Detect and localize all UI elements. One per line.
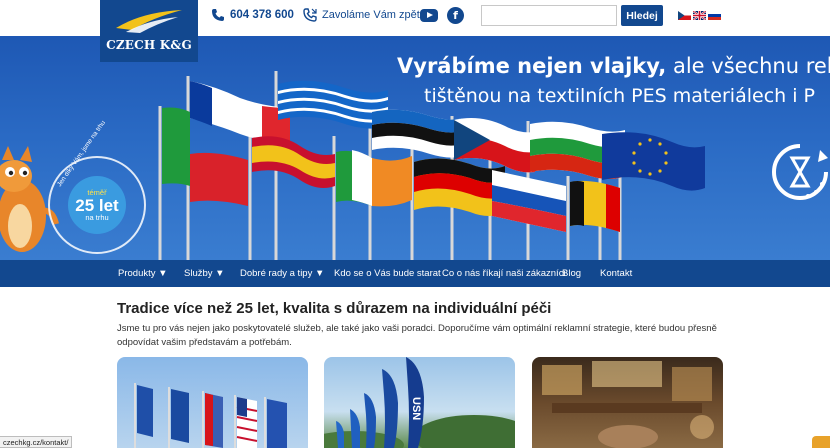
cz-flag-icon[interactable] — [678, 11, 691, 20]
search-button[interactable]: Hledej — [621, 5, 663, 26]
logo-swoosh-icon — [116, 10, 182, 33]
search-input[interactable] — [481, 5, 617, 26]
phone-number: 604 378 600 — [230, 9, 294, 21]
callback-link[interactable]: Zavoláme Vám zpět — [303, 8, 420, 22]
hourglass-cycle-icon — [772, 144, 828, 200]
logo[interactable]: CZECH K&G — [100, 0, 198, 62]
years-badge: Jen díky Vám, jsme na trhu téměř 25 let … — [48, 119, 146, 254]
logo-text: CZECH K&G — [106, 38, 192, 52]
badge-inner: téměř 25 let na trhu — [68, 176, 126, 234]
hero-banner: Vyrábíme nejen vlajky, ale všechnu rekla… — [0, 36, 830, 260]
badge-years: 25 let — [75, 195, 119, 215]
card-image-interior — [542, 361, 714, 448]
nav-item-sluzby[interactable]: Služby ▼ — [184, 260, 225, 287]
nav-item-blog[interactable]: Blog — [562, 260, 581, 287]
facebook-icon[interactable]: f — [447, 7, 464, 24]
youtube-icon[interactable] — [420, 9, 438, 22]
nav-item-kdo-se-postara[interactable]: Kdo se o Vás bude starat — [334, 260, 441, 287]
product-card-flags[interactable] — [117, 357, 308, 448]
product-card-interior[interactable] — [532, 357, 723, 448]
card-image-beach-flags: USN — [324, 357, 515, 448]
banner-headline-rest: ale všechnu rekla — [672, 54, 830, 78]
ru-flag-icon[interactable] — [708, 11, 721, 20]
banner-headline-bold: Vyrábíme nejen vlajky, — [397, 54, 667, 78]
section-heading: Tradice více než 25 let, kvalita s důraz… — [117, 300, 552, 317]
uk-flag-icon[interactable] — [693, 11, 706, 20]
banner-headline: Vyrábíme nejen vlajky, ale všechnu rekla — [397, 54, 830, 78]
badge-bottom-text: na trhu — [85, 212, 109, 222]
page: CZECH K&G 604 378 600 Zavoláme Vám zpět … — [0, 0, 830, 448]
product-card-beach-flags[interactable]: USN — [324, 357, 515, 448]
nav-item-kontakt[interactable]: Kontakt — [600, 260, 632, 287]
nav-item-produkty[interactable]: Produkty ▼ — [118, 260, 168, 287]
intro-paragraph: Jsme tu pro vás nejen jako poskytovatelé… — [117, 323, 717, 348]
browser-status-bar: czechkg.cz/kontakt/ — [0, 436, 73, 448]
corner-widget[interactable] — [812, 436, 830, 448]
banner-subheadline: tištěnou na textilních PES materiálech i… — [424, 85, 816, 107]
card-usn-text: USN — [410, 397, 422, 420]
callback-label: Zavoláme Vám zpět — [322, 9, 420, 21]
callback-phone-icon — [303, 8, 317, 22]
main-nav: Produkty ▼ Služby ▼ Dobré rady a tipy ▼ … — [0, 260, 830, 287]
top-bar: CZECH K&G 604 378 600 Zavoláme Vám zpět … — [0, 0, 830, 62]
card-image-flags — [134, 383, 287, 448]
phone-icon — [212, 9, 224, 21]
nav-item-reference[interactable]: Co o nás říkají naši zákazníci — [442, 260, 566, 287]
phone-link[interactable]: 604 378 600 — [211, 8, 294, 22]
nav-item-dobre-rady[interactable]: Dobré rady a tipy ▼ — [240, 260, 324, 287]
